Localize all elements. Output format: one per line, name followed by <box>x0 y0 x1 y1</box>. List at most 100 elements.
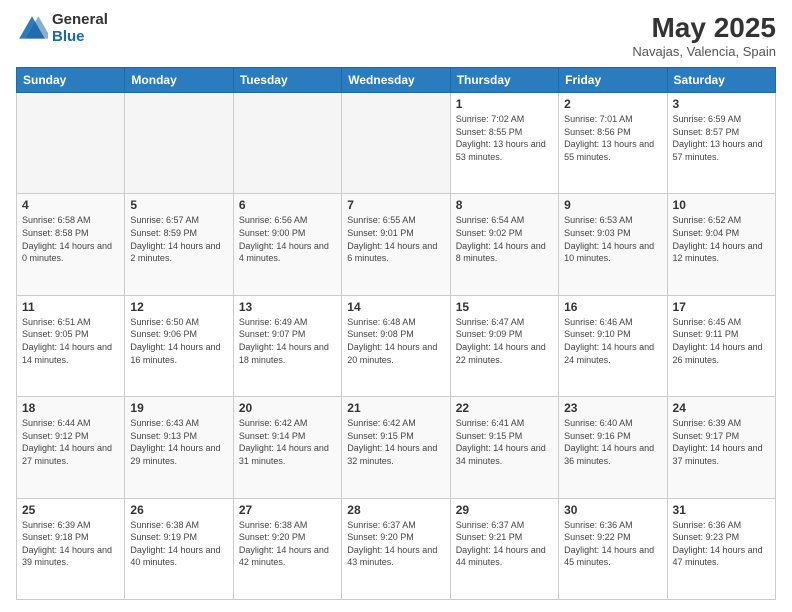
day-info: Sunrise: 6:36 AM Sunset: 9:22 PM Dayligh… <box>564 519 661 569</box>
week-row-4: 25Sunrise: 6:39 AM Sunset: 9:18 PM Dayli… <box>17 498 776 599</box>
day-info: Sunrise: 6:46 AM Sunset: 9:10 PM Dayligh… <box>564 316 661 366</box>
col-tuesday: Tuesday <box>233 68 341 93</box>
day-info: Sunrise: 6:53 AM Sunset: 9:03 PM Dayligh… <box>564 214 661 264</box>
day-number: 17 <box>673 300 770 314</box>
day-number: 25 <box>22 503 119 517</box>
calendar-cell: 25Sunrise: 6:39 AM Sunset: 9:18 PM Dayli… <box>17 498 125 599</box>
week-row-3: 18 Sunrise: 6:44 AM Sunset: 9:12 PM Dayli… <box>17 397 776 498</box>
logo-general-text: General <box>52 12 108 29</box>
day-info: Sunrise: 6:37 AM Sunset: 9:21 PM Dayligh… <box>456 519 553 569</box>
day-number: 24 <box>673 401 770 415</box>
day-number: 29 <box>456 503 553 517</box>
day-number: 21 <box>347 401 444 415</box>
day-number: 12 <box>130 300 227 314</box>
calendar-cell: 6Sunrise: 6:56 AM Sunset: 9:00 PM Daylig… <box>233 194 341 295</box>
calendar-cell: 19Sunrise: 6:43 AM Sunset: 9:13 PM Dayli… <box>125 397 233 498</box>
calendar-cell: 23Sunrise: 6:40 AM Sunset: 9:16 PM Dayli… <box>559 397 667 498</box>
calendar-cell: 24 Sunrise: 6:39 AM Sunset: 9:17 PM Dayli… <box>667 397 775 498</box>
day-info: Sunrise: 6:40 AM Sunset: 9:16 PM Dayligh… <box>564 417 661 467</box>
day-number: 19 <box>130 401 227 415</box>
calendar-cell: 26 Sunrise: 6:38 AM Sunset: 9:19 PM Dayli… <box>125 498 233 599</box>
day-info: Sunrise: 6:47 AM Sunset: 9:09 PM Dayligh… <box>456 316 553 366</box>
day-number: 5 <box>130 198 227 212</box>
calendar-cell: 1 Sunrise: 7:02 AM Sunset: 8:55 PM Daylig… <box>450 93 558 194</box>
day-number: 6 <box>239 198 336 212</box>
day-info: Sunrise: 6:41 AM Sunset: 9:15 PM Dayligh… <box>456 417 553 467</box>
header: General Blue May 2025 Navajas, Valencia,… <box>16 12 776 59</box>
day-number: 8 <box>456 198 553 212</box>
col-wednesday: Wednesday <box>342 68 450 93</box>
calendar-cell: 30 Sunrise: 6:36 AM Sunset: 9:22 PM Dayli… <box>559 498 667 599</box>
day-info: Sunrise: 6:45 AM Sunset: 9:11 PM Dayligh… <box>673 316 770 366</box>
calendar-cell: 21 Sunrise: 6:42 AM Sunset: 9:15 PM Dayli… <box>342 397 450 498</box>
day-number: 26 <box>130 503 227 517</box>
day-number: 16 <box>564 300 661 314</box>
calendar-cell: 15 Sunrise: 6:47 AM Sunset: 9:09 PM Dayli… <box>450 295 558 396</box>
calendar-cell: 27 Sunrise: 6:38 AM Sunset: 9:20 PM Dayli… <box>233 498 341 599</box>
day-number: 14 <box>347 300 444 314</box>
subtitle: Navajas, Valencia, Spain <box>632 44 776 59</box>
calendar-cell <box>233 93 341 194</box>
calendar-cell <box>17 93 125 194</box>
calendar-cell: 16 Sunrise: 6:46 AM Sunset: 9:10 PM Dayli… <box>559 295 667 396</box>
calendar-cell: 31Sunrise: 6:36 AM Sunset: 9:23 PM Dayli… <box>667 498 775 599</box>
calendar-cell: 22 Sunrise: 6:41 AM Sunset: 9:15 PM Dayli… <box>450 397 558 498</box>
calendar-cell: 12Sunrise: 6:50 AM Sunset: 9:06 PM Dayli… <box>125 295 233 396</box>
header-row: Sunday Monday Tuesday Wednesday Thursday… <box>17 68 776 93</box>
calendar-cell: 9 Sunrise: 6:53 AM Sunset: 9:03 PM Daylig… <box>559 194 667 295</box>
day-info: Sunrise: 6:52 AM Sunset: 9:04 PM Dayligh… <box>673 214 770 264</box>
day-number: 22 <box>456 401 553 415</box>
day-info: Sunrise: 6:42 AM Sunset: 9:14 PM Dayligh… <box>239 417 336 467</box>
day-info: Sunrise: 6:37 AM Sunset: 9:20 PM Dayligh… <box>347 519 444 569</box>
calendar-cell: 5Sunrise: 6:57 AM Sunset: 8:59 PM Daylig… <box>125 194 233 295</box>
day-info: Sunrise: 6:38 AM Sunset: 9:19 PM Dayligh… <box>130 519 227 569</box>
calendar-cell: 14Sunrise: 6:48 AM Sunset: 9:08 PM Dayli… <box>342 295 450 396</box>
calendar-cell: 2Sunrise: 7:01 AM Sunset: 8:56 PM Daylig… <box>559 93 667 194</box>
col-friday: Friday <box>559 68 667 93</box>
logo-blue-text: Blue <box>52 29 108 46</box>
page: General Blue May 2025 Navajas, Valencia,… <box>0 0 792 612</box>
day-number: 11 <box>22 300 119 314</box>
week-row-2: 11 Sunrise: 6:51 AM Sunset: 9:05 PM Dayli… <box>17 295 776 396</box>
calendar-cell: 29 Sunrise: 6:37 AM Sunset: 9:21 PM Dayli… <box>450 498 558 599</box>
day-number: 9 <box>564 198 661 212</box>
day-number: 13 <box>239 300 336 314</box>
day-number: 7 <box>347 198 444 212</box>
day-info: Sunrise: 6:51 AM Sunset: 9:05 PM Dayligh… <box>22 316 119 366</box>
day-info: Sunrise: 6:44 AM Sunset: 9:12 PM Dayligh… <box>22 417 119 467</box>
day-number: 10 <box>673 198 770 212</box>
day-number: 27 <box>239 503 336 517</box>
week-row-1: 4Sunrise: 6:58 AM Sunset: 8:58 PM Daylig… <box>17 194 776 295</box>
calendar-cell: 10 Sunrise: 6:52 AM Sunset: 9:04 PM Dayli… <box>667 194 775 295</box>
calendar-cell: 13Sunrise: 6:49 AM Sunset: 9:07 PM Dayli… <box>233 295 341 396</box>
calendar-cell: 3Sunrise: 6:59 AM Sunset: 8:57 PM Daylig… <box>667 93 775 194</box>
day-info: Sunrise: 6:38 AM Sunset: 9:20 PM Dayligh… <box>239 519 336 569</box>
calendar-cell: 4Sunrise: 6:58 AM Sunset: 8:58 PM Daylig… <box>17 194 125 295</box>
calendar-cell: 18 Sunrise: 6:44 AM Sunset: 9:12 PM Dayli… <box>17 397 125 498</box>
calendar-cell: 7 Sunrise: 6:55 AM Sunset: 9:01 PM Daylig… <box>342 194 450 295</box>
day-number: 30 <box>564 503 661 517</box>
calendar-table: Sunday Monday Tuesday Wednesday Thursday… <box>16 67 776 600</box>
day-number: 18 <box>22 401 119 415</box>
day-number: 28 <box>347 503 444 517</box>
logo-text: General Blue <box>52 12 108 45</box>
calendar-cell: 8Sunrise: 6:54 AM Sunset: 9:02 PM Daylig… <box>450 194 558 295</box>
day-info: Sunrise: 7:02 AM Sunset: 8:55 PM Dayligh… <box>456 113 553 163</box>
calendar-cell: 17 Sunrise: 6:45 AM Sunset: 9:11 PM Dayli… <box>667 295 775 396</box>
day-info: Sunrise: 6:58 AM Sunset: 8:58 PM Dayligh… <box>22 214 119 264</box>
day-info: Sunrise: 6:42 AM Sunset: 9:15 PM Dayligh… <box>347 417 444 467</box>
day-number: 15 <box>456 300 553 314</box>
day-info: Sunrise: 6:55 AM Sunset: 9:01 PM Dayligh… <box>347 214 444 264</box>
day-number: 3 <box>673 97 770 111</box>
calendar-cell: 11 Sunrise: 6:51 AM Sunset: 9:05 PM Dayli… <box>17 295 125 396</box>
day-info: Sunrise: 6:39 AM Sunset: 9:17 PM Dayligh… <box>673 417 770 467</box>
day-number: 2 <box>564 97 661 111</box>
col-saturday: Saturday <box>667 68 775 93</box>
calendar-cell <box>125 93 233 194</box>
day-number: 31 <box>673 503 770 517</box>
calendar-cell: 20Sunrise: 6:42 AM Sunset: 9:14 PM Dayli… <box>233 397 341 498</box>
col-sunday: Sunday <box>17 68 125 93</box>
calendar-cell <box>342 93 450 194</box>
col-thursday: Thursday <box>450 68 558 93</box>
day-number: 1 <box>456 97 553 111</box>
